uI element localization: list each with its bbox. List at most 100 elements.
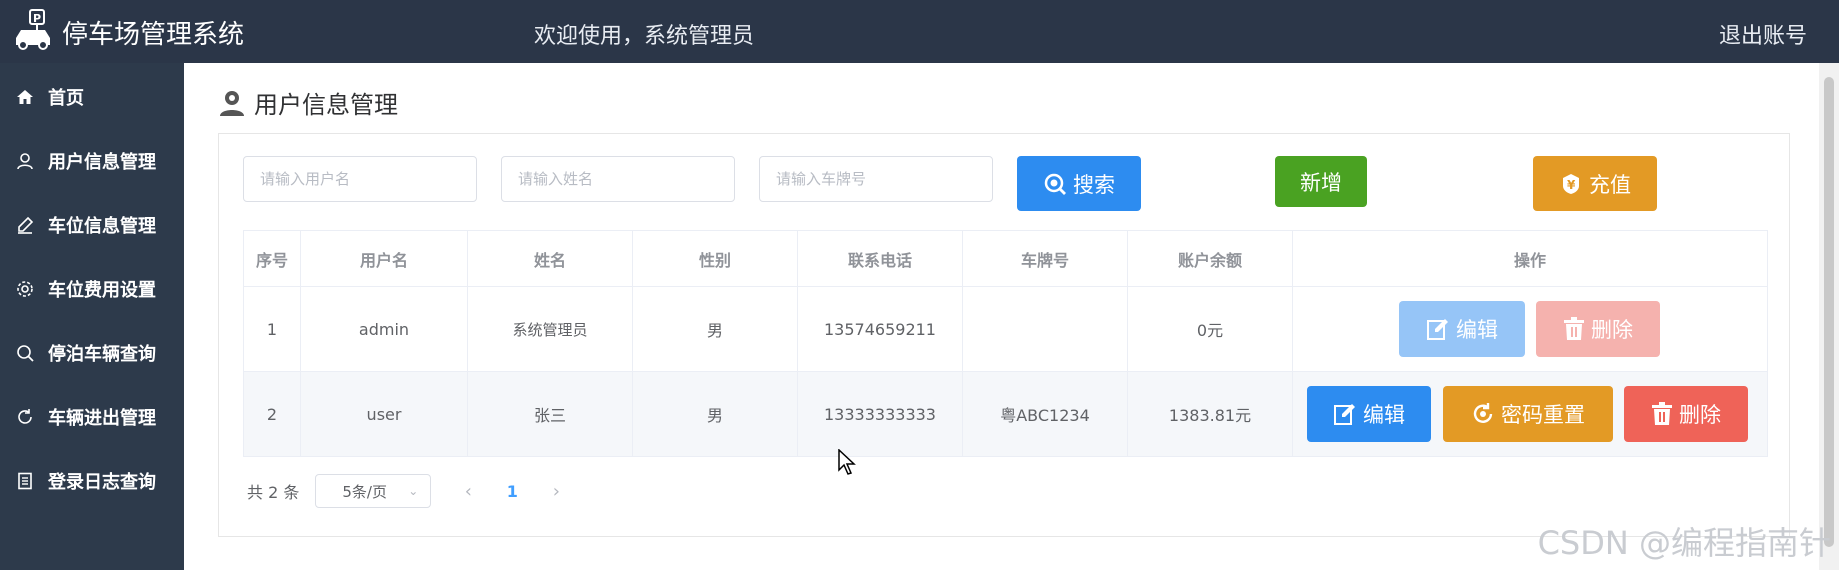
cell-phone: 13574659211	[797, 286, 963, 372]
edit-icon	[1427, 319, 1448, 340]
sidebar-item-label: 首页	[48, 88, 84, 109]
sidebar-item-users[interactable]: 用户信息管理	[0, 141, 184, 181]
cell-plate: 粤ABC1234	[962, 371, 1128, 457]
cell-balance: 0元	[1127, 286, 1293, 372]
sidebar-item-parked-vehicles[interactable]: 停泊车辆查询	[0, 333, 184, 373]
delete-button-label: 删除	[1591, 318, 1633, 342]
column-header: 序号	[243, 230, 301, 287]
search-button[interactable]: 搜索	[1017, 156, 1141, 211]
plate-search-input[interactable]	[759, 156, 993, 202]
trash-icon	[1564, 317, 1584, 340]
content-card: 搜索 新增 ¥ 充值 序号 用户名 姓名 性别 联系电话 车牌号	[218, 133, 1790, 537]
edit-button-label: 编辑	[1363, 403, 1405, 427]
sidebar-item-home[interactable]: 首页	[0, 77, 184, 117]
delete-button-disabled[interactable]: 删除	[1536, 301, 1660, 357]
edit-button[interactable]: 编辑	[1307, 386, 1431, 442]
sidebar-item-fees[interactable]: 车位费用设置	[0, 269, 184, 309]
pagination: 共 2 条 5条/页 ⌄ ‹ 1 ›	[247, 474, 571, 508]
table-header-row: 序号 用户名 姓名 性别 联系电话 车牌号 账户余额 操作	[243, 230, 1768, 287]
trash-icon	[1652, 402, 1672, 425]
mouse-cursor-icon	[838, 449, 856, 475]
sidebar-item-entry-exit[interactable]: 车辆进出管理	[0, 397, 184, 437]
table-row: 2 user 张三 男 13333333333 粤ABC1234 1383.81…	[243, 371, 1768, 457]
name-search-input[interactable]	[501, 156, 735, 202]
user-location-icon	[220, 90, 244, 116]
cell-index: 2	[243, 371, 301, 457]
sidebar-item-label: 车位费用设置	[48, 280, 156, 301]
username-search-input[interactable]	[243, 156, 477, 202]
add-button[interactable]: 新增	[1275, 156, 1367, 207]
prev-page-icon[interactable]: ‹	[453, 481, 483, 502]
watermark: CSDN @编程指南针	[1537, 524, 1831, 562]
page-title: 用户信息管理	[254, 91, 398, 119]
cell-balance: 1383.81元	[1127, 371, 1293, 457]
table-row: 1 admin 系统管理员 男 13574659211 0元 编辑 删除	[243, 286, 1768, 372]
sidebar-item-label: 登录日志查询	[48, 472, 156, 493]
cell-gender: 男	[632, 371, 798, 457]
column-header: 用户名	[300, 230, 468, 287]
edit-button-label: 编辑	[1456, 318, 1498, 342]
chevron-down-icon: ⌄	[408, 484, 419, 498]
recharge-button[interactable]: ¥ 充值	[1533, 156, 1657, 211]
column-header: 性别	[632, 230, 798, 287]
edit-button-disabled[interactable]: 编辑	[1399, 301, 1525, 357]
sidebar-item-label: 车位信息管理	[48, 216, 156, 237]
coin-icon: ¥	[1563, 173, 1579, 194]
document-icon	[14, 470, 36, 492]
search-icon	[14, 342, 36, 364]
users-table: 序号 用户名 姓名 性别 联系电话 车牌号 账户余额 操作 1 admin 系统…	[243, 230, 1768, 457]
delete-button-label: 删除	[1679, 403, 1721, 427]
reset-password-label: 密码重置	[1501, 403, 1585, 427]
home-icon	[14, 86, 36, 108]
recharge-button-label: 充值	[1589, 172, 1631, 197]
scrollbar[interactable]	[1819, 63, 1839, 570]
parking-car-icon: P	[16, 9, 50, 50]
sidebar-item-spaces[interactable]: 车位信息管理	[0, 205, 184, 245]
reset-password-button[interactable]: 密码重置	[1443, 386, 1613, 442]
page-size-select[interactable]: 5条/页 ⌄	[315, 474, 432, 508]
cell-actions: 编辑 密码重置 删除	[1292, 371, 1768, 457]
cell-name: 系统管理员	[467, 286, 633, 372]
page-header: 用户信息管理	[218, 85, 398, 120]
gear-icon	[14, 278, 36, 300]
sidebar: 首页 用户信息管理 车位信息管理 车位费用设置 停泊车辆查询 车辆进出管理 登录…	[0, 63, 184, 570]
page-number[interactable]: 1	[497, 482, 527, 501]
sidebar-item-login-logs[interactable]: 登录日志查询	[0, 461, 184, 501]
scrollbar-thumb[interactable]	[1824, 77, 1834, 547]
cell-username: admin	[300, 286, 468, 372]
cell-username: user	[300, 371, 468, 457]
svg-text:¥: ¥	[1567, 178, 1576, 192]
cell-plate	[962, 286, 1128, 372]
edit-icon	[14, 214, 36, 236]
sidebar-item-label: 用户信息管理	[48, 152, 156, 173]
column-header: 账户余额	[1127, 230, 1293, 287]
add-button-label: 新增	[1300, 170, 1342, 195]
column-header: 姓名	[467, 230, 633, 287]
app-title: 停车场管理系统	[62, 20, 245, 50]
logout-link[interactable]: 退出账号	[1719, 18, 1807, 50]
cell-name: 张三	[467, 371, 633, 457]
svg-text:P: P	[33, 12, 41, 25]
column-header: 车牌号	[962, 230, 1128, 287]
sidebar-item-label: 车辆进出管理	[48, 408, 156, 429]
cell-phone: 13333333333	[797, 371, 963, 457]
user-icon	[14, 150, 36, 172]
reset-icon	[1473, 403, 1493, 423]
refresh-icon	[14, 406, 36, 428]
cell-index: 1	[243, 286, 301, 372]
cell-gender: 男	[632, 286, 798, 372]
next-page-icon[interactable]: ›	[541, 481, 571, 502]
column-header: 联系电话	[797, 230, 963, 287]
top-bar: P 停车场管理系统 欢迎使用，系统管理员 退出账号	[0, 0, 1839, 63]
delete-button[interactable]: 删除	[1624, 386, 1748, 442]
welcome-message: 欢迎使用，系统管理员	[534, 24, 755, 49]
main-content: 用户信息管理 搜索 新增 ¥ 充值 序号 用户名 姓名	[184, 63, 1819, 570]
cell-actions: 编辑 删除	[1292, 286, 1768, 372]
total-count: 共 2 条	[247, 483, 300, 502]
page-size-value: 5条/页	[342, 482, 387, 501]
search-icon	[1044, 173, 1066, 195]
edit-icon	[1334, 404, 1355, 425]
column-header: 操作	[1292, 230, 1768, 287]
search-button-label: 搜索	[1073, 172, 1115, 197]
sidebar-item-label: 停泊车辆查询	[48, 344, 156, 365]
